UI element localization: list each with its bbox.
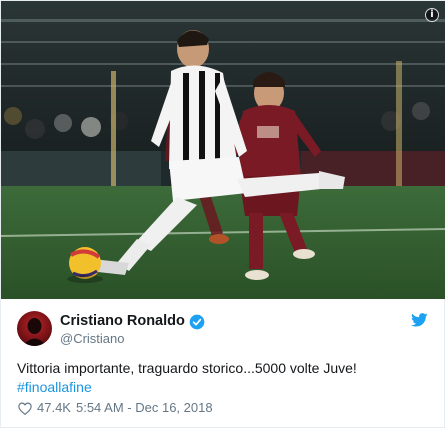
tweet-card[interactable]: i Cristiano Ronaldo @Cristiano Vittoria … (0, 0, 445, 428)
avatar-icon[interactable] (17, 311, 52, 346)
tweet-author[interactable]: Cristiano Ronaldo @Cristiano (17, 311, 428, 347)
verified-badge-icon (189, 314, 205, 330)
author-handle[interactable]: @Cristiano (60, 331, 205, 347)
like-count[interactable]: 47.4K (37, 399, 71, 417)
author-display-name[interactable]: Cristiano Ronaldo (60, 313, 185, 330)
heart-icon[interactable] (18, 402, 32, 415)
tweet-meta: 47.4K 5:54 AM - Dec 16, 2018 (18, 399, 213, 417)
tweet-text: Vittoria importante, traguardo storico..… (17, 360, 357, 376)
twitter-bird-icon[interactable] (411, 313, 428, 327)
tweet-photo[interactable]: i (1, 1, 445, 299)
info-icon[interactable]: i (425, 8, 439, 22)
hashtag-link[interactable]: #finoallafine (17, 378, 430, 397)
penalty-kick-photo (1, 1, 445, 299)
tweet-body: Vittoria importante, traguardo storico..… (17, 359, 430, 397)
tweet-timestamp[interactable]: 5:54 AM - Dec 16, 2018 (76, 399, 213, 417)
